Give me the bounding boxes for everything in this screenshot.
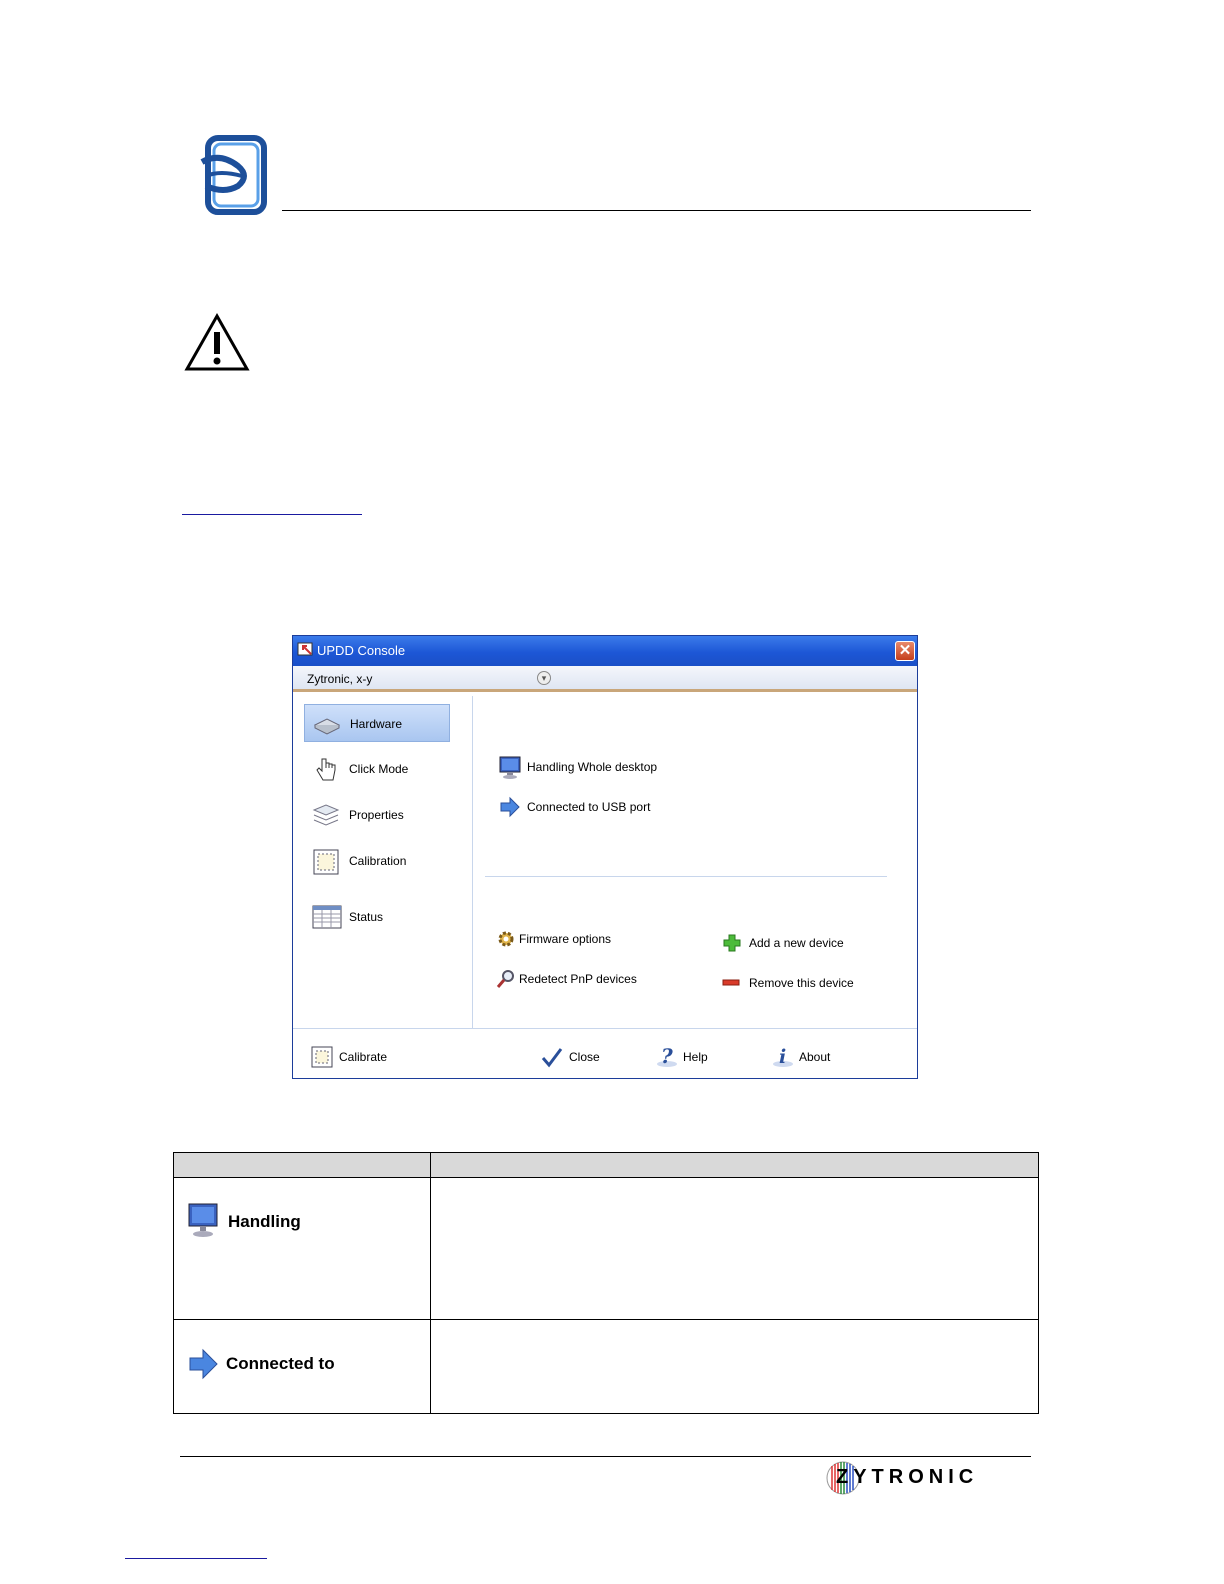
table-row: Connected to xyxy=(188,1347,418,1387)
connection-info: Connected to USB port xyxy=(499,796,699,818)
remove-device-link[interactable]: Remove this device xyxy=(721,972,891,994)
monitor-icon xyxy=(188,1203,220,1237)
device-name[interactable]: Zytronic, x-y xyxy=(307,672,372,686)
link-underline[interactable] xyxy=(182,514,362,515)
table-header xyxy=(174,1153,1038,1178)
row-label: Connected to xyxy=(226,1354,335,1373)
nav-label: Calibration xyxy=(349,854,407,868)
row-label: Handling xyxy=(228,1212,301,1231)
header-rule xyxy=(282,210,1031,211)
close-window-button[interactable]: ✕ xyxy=(895,641,915,661)
add-device-label[interactable]: Add a new device xyxy=(749,936,844,950)
nav-label: Click Mode xyxy=(349,762,409,776)
nav-item-hardware[interactable]: Hardware xyxy=(304,704,450,742)
nav-label: Status xyxy=(349,910,384,924)
redetect-label[interactable]: Redetect PnP devices xyxy=(519,972,637,986)
handling-info: Handling Whole desktop xyxy=(499,756,699,779)
brand-name: ZYTRONIC xyxy=(836,1466,979,1488)
table-row: Handling xyxy=(188,1203,418,1243)
row-divider xyxy=(174,1319,1038,1320)
checkmark-icon xyxy=(541,1046,563,1068)
app-icon xyxy=(297,642,315,658)
minus-icon xyxy=(721,972,743,994)
title-bar[interactable]: UPDD Console ✕ xyxy=(293,636,917,666)
close-label: Close xyxy=(569,1050,600,1064)
chevron-down-icon[interactable]: ▾ xyxy=(537,671,551,685)
add-device-link[interactable]: Add a new device xyxy=(721,932,881,954)
warning-icon xyxy=(184,312,250,372)
arrow-right-icon xyxy=(188,1347,220,1381)
window-title: UPDD Console xyxy=(317,643,406,658)
row-divider xyxy=(174,1177,1038,1178)
connection-label: Connected to USB port xyxy=(527,800,651,814)
nav-item-calibration[interactable]: Calibration xyxy=(304,842,450,880)
description-table: Handling Connected to xyxy=(173,1152,1039,1414)
column-divider xyxy=(430,1153,431,1413)
nav-label: Properties xyxy=(349,808,404,822)
nav-item-click-mode[interactable]: Click Mode xyxy=(304,750,450,788)
firmware-options-link[interactable]: Firmware options xyxy=(495,928,655,950)
nav-label: Hardware xyxy=(350,717,403,731)
redetect-pnp-link[interactable]: Redetect PnP devices xyxy=(495,968,675,990)
plus-icon xyxy=(721,932,743,954)
remove-device-label[interactable]: Remove this device xyxy=(749,976,854,990)
monitor-icon xyxy=(499,756,521,779)
status-grid-icon xyxy=(312,904,342,930)
arrow-right-icon xyxy=(499,796,521,818)
layers-icon xyxy=(312,802,340,828)
handling-label: Handling Whole desktop xyxy=(527,760,658,774)
calibration-icon xyxy=(312,848,340,875)
nav-item-properties[interactable]: Properties xyxy=(304,796,450,834)
question-mark-icon: ? xyxy=(655,1044,677,1068)
updd-console-window: UPDD Console ✕ Zytronic, x-y ▾ Hardware … xyxy=(292,635,918,1079)
help-label: Help xyxy=(683,1050,708,1064)
nav-item-status[interactable]: Status xyxy=(304,898,450,936)
svg-text:?: ? xyxy=(661,1046,673,1068)
info-icon: i xyxy=(771,1046,793,1068)
hand-pointer-icon xyxy=(312,756,340,782)
calibrate-button[interactable]: Calibrate xyxy=(311,1046,411,1068)
calibrate-label: Calibrate xyxy=(339,1050,388,1064)
close-button[interactable]: Close xyxy=(541,1046,621,1068)
section-divider xyxy=(485,876,887,877)
link-underline[interactable] xyxy=(125,1558,267,1559)
about-label: About xyxy=(799,1050,831,1064)
about-button[interactable]: i About xyxy=(771,1046,851,1068)
calibration-icon xyxy=(311,1046,333,1068)
hardware-icon xyxy=(313,711,341,737)
footer-rule xyxy=(180,1456,1031,1457)
firmware-label[interactable]: Firmware options xyxy=(519,932,611,946)
sidebar-divider xyxy=(472,696,473,1028)
device-selector-bar[interactable]: Zytronic, x-y ▾ xyxy=(293,666,917,692)
bottom-bar-divider xyxy=(293,1028,917,1029)
svg-text:i: i xyxy=(779,1046,786,1068)
company-logo-icon xyxy=(198,132,270,216)
magnifier-icon xyxy=(495,968,517,990)
help-button[interactable]: ? Help xyxy=(655,1044,735,1068)
gear-icon xyxy=(495,928,517,950)
